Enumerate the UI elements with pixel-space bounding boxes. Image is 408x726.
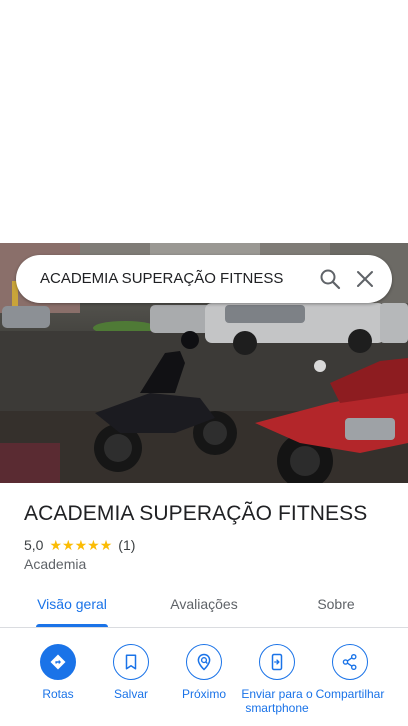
action-buttons: Rotas Salvar Próximo Enviar para o smart… [0,644,408,726]
share-button[interactable]: Compartilhar [310,644,390,701]
star-icon: ★ [49,537,63,553]
share-icon [332,644,368,680]
send-to-phone-label: Enviar para o smartphone [241,687,313,715]
tab-reviews[interactable]: Avaliações [154,585,254,627]
save-label: Salvar [113,687,148,701]
search-icon[interactable] [318,267,342,291]
nearby-button[interactable]: Próximo [164,644,244,701]
map-blank-area [0,0,408,243]
nearby-icon [186,644,222,680]
directions-label: Rotas [42,687,74,701]
save-button[interactable]: Salvar [91,644,171,701]
star-rating: ★ ★ ★ ★ ★ [49,538,112,552]
review-count: (1) [118,537,136,553]
close-icon[interactable] [353,267,377,291]
tab-overview[interactable]: Visão geral [24,585,120,627]
star-icon: ★ [62,537,75,553]
star-icon: ★ [87,537,100,553]
place-title: ACADEMIA SUPERAÇÃO FITNESS [24,502,368,525]
share-label: Compartilhar [315,687,385,701]
bookmark-icon [113,644,149,680]
rating-row[interactable]: 5,0 ★ ★ ★ ★ ★ (1) [24,536,135,554]
star-icon: ★ [74,537,88,553]
nearby-label: Próximo [181,687,226,701]
place-category: Academia [24,556,87,572]
directions-icon [40,644,76,680]
place-tabs: Visão geral Avaliações Sobre [0,585,408,628]
star-icon: ★ [99,537,113,553]
tab-about[interactable]: Sobre [296,585,376,627]
send-to-phone-icon [259,644,295,680]
send-to-phone-button[interactable]: Enviar para o smartphone [237,644,317,715]
rating-value: 5,0 [24,537,44,553]
active-tab-indicator [36,624,108,627]
search-bar[interactable]: ACADEMIA SUPERAÇÃO FITNESS [16,255,392,303]
search-input[interactable]: ACADEMIA SUPERAÇÃO FITNESS [40,255,283,303]
directions-button[interactable]: Rotas [18,644,98,701]
